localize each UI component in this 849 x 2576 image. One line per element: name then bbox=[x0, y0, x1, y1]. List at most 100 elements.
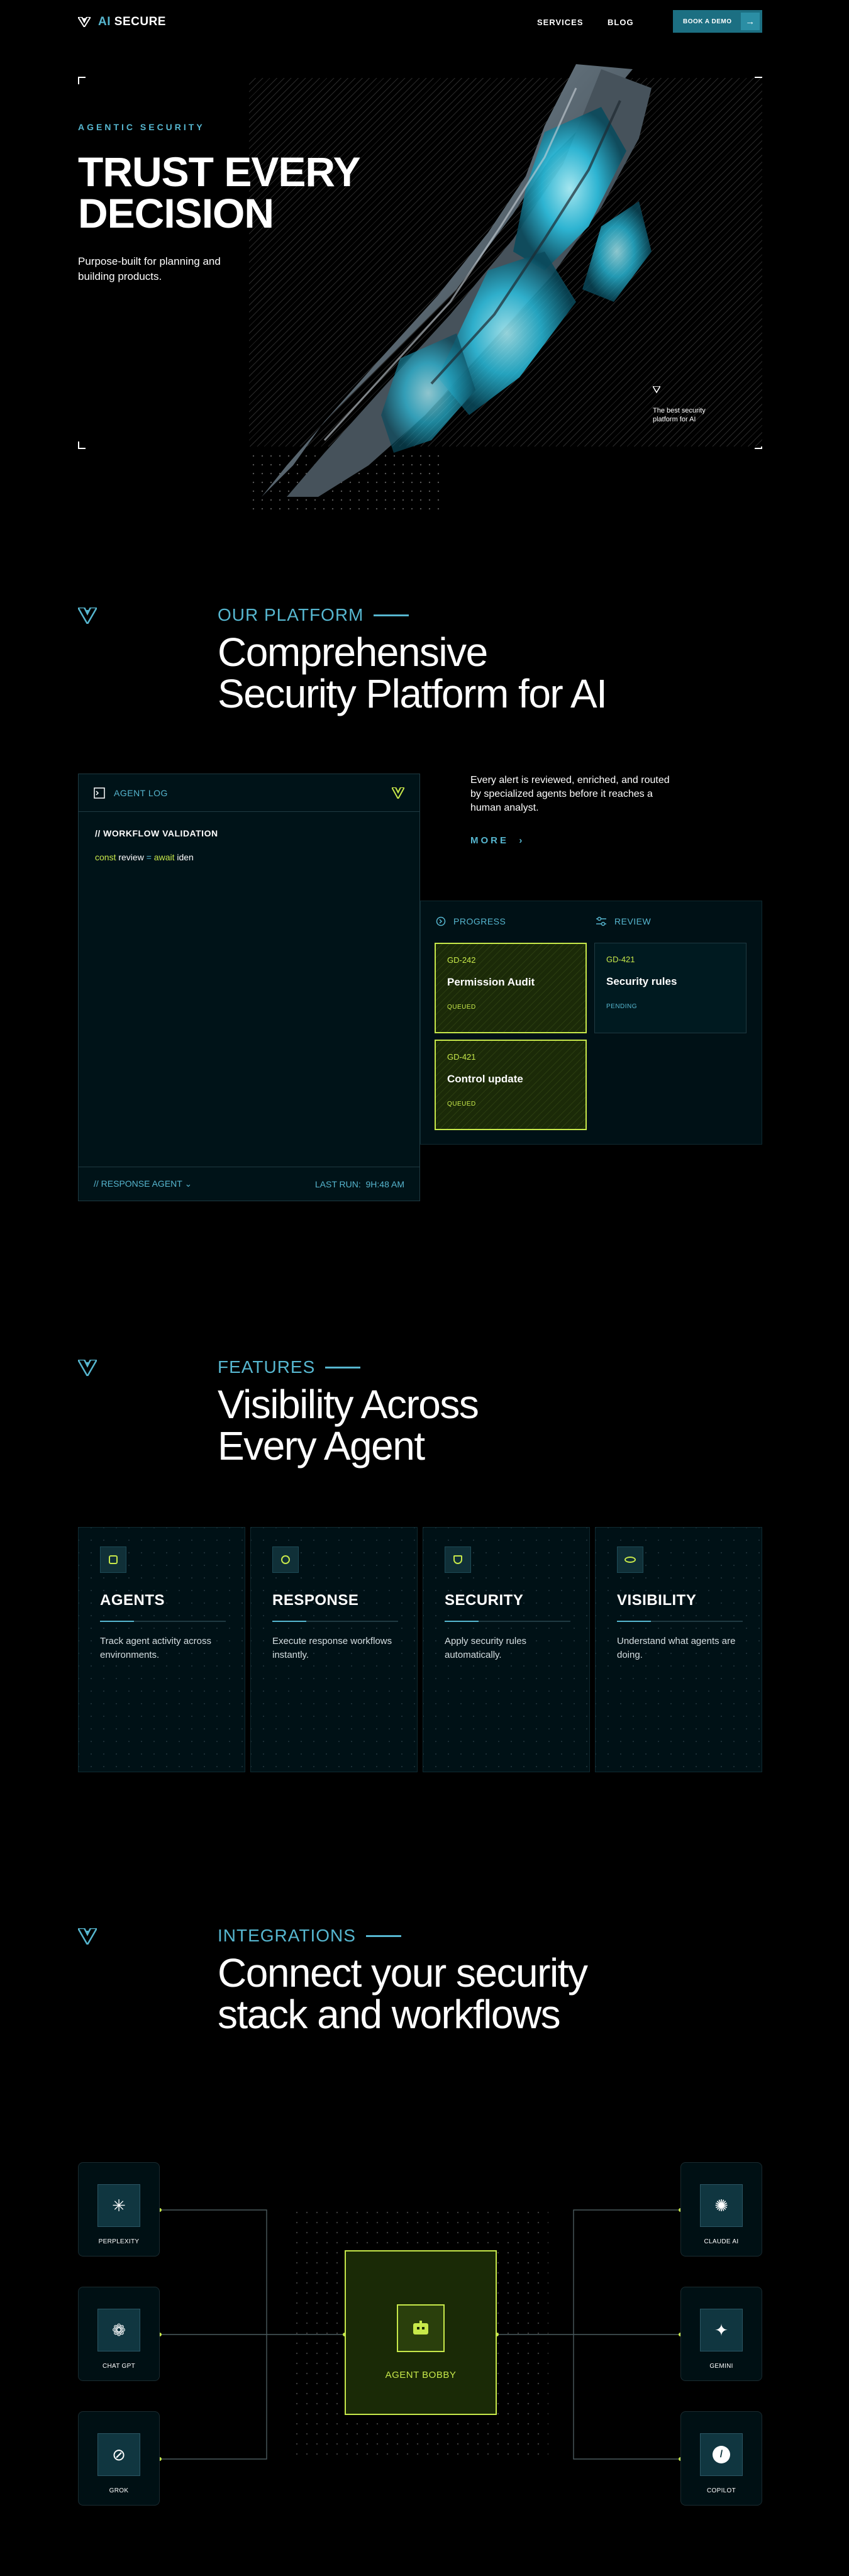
feature-divider bbox=[617, 1621, 743, 1622]
integration-label: CHAT GPT bbox=[102, 2363, 136, 2370]
board-column-review: REVIEW bbox=[596, 916, 651, 926]
hero-title-line2: DECISION bbox=[78, 190, 274, 236]
copilot-icon: / bbox=[700, 2433, 743, 2476]
caption-triangle-icon bbox=[653, 386, 660, 394]
platform-title-line1: Comprehensive bbox=[218, 630, 488, 675]
integration-label: GROK bbox=[109, 2487, 129, 2494]
features-title-line2: Every Agent bbox=[218, 1423, 425, 1468]
platform-label-text: OUR PLATFORM bbox=[218, 605, 364, 625]
features-title-line1: Visibility Across bbox=[218, 1382, 479, 1427]
hero-subtitle: Purpose-built for planning and building … bbox=[78, 255, 221, 282]
task-card[interactable]: GD-421 Security rules PENDING bbox=[594, 943, 746, 1033]
feature-description: Execute response workflows instantly. bbox=[272, 1636, 392, 1660]
book-demo-button[interactable]: BOOK A DEMO → bbox=[673, 10, 762, 33]
corner-mark bbox=[78, 441, 86, 449]
agent-bobby-label: AGENT BOBBY bbox=[385, 2370, 457, 2380]
task-title: Permission Audit bbox=[447, 976, 535, 988]
feature-card-visibility: VISIBILITY Understand what agents are do… bbox=[595, 1527, 762, 1772]
perplexity-icon: ✳ bbox=[97, 2184, 140, 2227]
code-operator: = bbox=[146, 852, 152, 862]
code-identifier: review bbox=[118, 852, 144, 862]
code-keyword: const bbox=[95, 852, 116, 862]
chatgpt-icon: ❁ bbox=[97, 2309, 140, 2351]
task-id: GD-242 bbox=[447, 955, 476, 965]
book-demo-label: BOOK A DEMO bbox=[683, 18, 732, 25]
integrations-title-line1: Connect your security bbox=[218, 1950, 588, 1996]
task-title: Control update bbox=[447, 1073, 523, 1085]
feature-title: AGENTS bbox=[100, 1592, 165, 1609]
agent-log-mark-icon bbox=[392, 787, 404, 799]
label-dash bbox=[374, 614, 409, 616]
integration-label: CLAUDE AI bbox=[704, 2238, 739, 2245]
terminal-icon bbox=[94, 787, 105, 799]
feature-description: Track agent activity across environments… bbox=[100, 1636, 212, 1660]
hero-title: TRUST EVERY DECISION bbox=[78, 148, 361, 236]
task-id: GD-421 bbox=[447, 1052, 476, 1062]
feature-divider bbox=[272, 1621, 398, 1622]
hero-caption: The best security platform for AI bbox=[653, 407, 706, 423]
integration-copilot[interactable]: / COPILOT bbox=[680, 2411, 762, 2506]
agent-bobby-node[interactable]: AGENT BOBBY bbox=[345, 2250, 497, 2415]
board-column-progress: PROGRESS bbox=[436, 916, 506, 926]
section-mark-icon bbox=[78, 608, 97, 624]
features-label-text: FEATURES bbox=[218, 1357, 316, 1377]
chevron-right-icon: › bbox=[519, 835, 525, 846]
integrations-label: INTEGRATIONS bbox=[218, 1926, 401, 1946]
logo-prefix: AI bbox=[98, 15, 111, 28]
integration-perplexity[interactable]: ✳ PERPLEXITY bbox=[78, 2162, 160, 2257]
integrations-title: Connect your security stack and workflow… bbox=[218, 1950, 588, 2037]
feature-title: VISIBILITY bbox=[617, 1592, 697, 1609]
feature-card-security: SECURITY Apply security rules automatica… bbox=[423, 1527, 590, 1772]
corner-mark bbox=[78, 77, 86, 84]
robot-icon bbox=[397, 2304, 445, 2352]
agent-log-footer: // RESPONSE AGENT ⌄ LAST RUN: 9H:48 AM bbox=[79, 1167, 419, 1201]
nav-link-services[interactable]: SERVICES bbox=[537, 18, 584, 27]
nav-link-blog[interactable]: BLOG bbox=[608, 18, 634, 27]
brand-logo[interactable]: AI SECURE bbox=[78, 15, 166, 29]
logo-mark-icon bbox=[78, 17, 91, 27]
agent-log-title: AGENT LOG bbox=[114, 787, 168, 798]
platform-title: Comprehensive Security Platform for AI bbox=[218, 630, 608, 716]
integration-chatgpt[interactable]: ❁ CHAT GPT bbox=[78, 2287, 160, 2381]
features-label: FEATURES bbox=[218, 1357, 361, 1377]
more-link[interactable]: MORE › bbox=[470, 835, 524, 846]
integration-gemini[interactable]: ✦ GEMINI bbox=[680, 2287, 762, 2381]
agent-icon bbox=[100, 1546, 126, 1573]
logo-text: SECURE bbox=[114, 15, 166, 28]
task-status: QUEUED bbox=[447, 1101, 476, 1108]
integrations-diagram: ✳ PERPLEXITY ❁ CHAT GPT ⊘ GROK AGENT BOB… bbox=[78, 2157, 762, 2509]
platform-description: Every alert is reviewed, enriched, and r… bbox=[470, 775, 670, 813]
platform-label: OUR PLATFORM bbox=[218, 605, 409, 625]
code-identifier: iden bbox=[177, 852, 194, 862]
feature-description: Understand what agents are doing. bbox=[617, 1636, 736, 1660]
review-label: REVIEW bbox=[614, 916, 652, 926]
task-status: PENDING bbox=[606, 1003, 638, 1010]
features-title: Visibility Across Every Agent bbox=[218, 1382, 479, 1468]
response-icon bbox=[272, 1546, 299, 1573]
feature-description: Apply security rules automatically. bbox=[445, 1636, 527, 1660]
grok-icon: ⊘ bbox=[97, 2433, 140, 2476]
response-agent-dropdown[interactable]: // RESPONSE AGENT ⌄ bbox=[94, 1179, 192, 1189]
section-mark-icon bbox=[78, 1360, 97, 1376]
integrations-title-line2: stack and workflows bbox=[218, 1992, 561, 2037]
feature-title: RESPONSE bbox=[272, 1592, 359, 1609]
task-card[interactable]: GD-421 Control update QUEUED bbox=[435, 1040, 587, 1130]
progress-label: PROGRESS bbox=[453, 916, 506, 926]
integration-grok[interactable]: ⊘ GROK bbox=[78, 2411, 160, 2506]
task-title: Security rules bbox=[606, 975, 677, 987]
integration-claude[interactable]: ✺ CLAUDE AI bbox=[680, 2162, 762, 2257]
agent-log-header: AGENT LOG bbox=[79, 774, 419, 812]
task-card[interactable]: GD-242 Permission Audit QUEUED bbox=[435, 943, 587, 1033]
integrations-label-text: INTEGRATIONS bbox=[218, 1926, 356, 1945]
task-status: QUEUED bbox=[447, 1004, 476, 1011]
shield-icon bbox=[445, 1546, 471, 1573]
label-dash bbox=[325, 1366, 361, 1368]
claude-icon: ✺ bbox=[700, 2184, 743, 2227]
task-board: PROGRESS REVIEW GD-242 Permission Audit … bbox=[420, 901, 762, 1145]
arrow-right-icon: → bbox=[741, 13, 760, 30]
hero-title-line1: TRUST EVERY bbox=[78, 148, 361, 195]
feature-card-agents: AGENTS Track agent activity across envir… bbox=[78, 1527, 245, 1772]
agent-log-panel: AGENT LOG // WORKFLOW VALIDATION const r… bbox=[78, 774, 420, 1201]
platform-title-line2: Security Platform for AI bbox=[218, 671, 608, 716]
last-run-label: LAST RUN: bbox=[314, 1179, 361, 1189]
